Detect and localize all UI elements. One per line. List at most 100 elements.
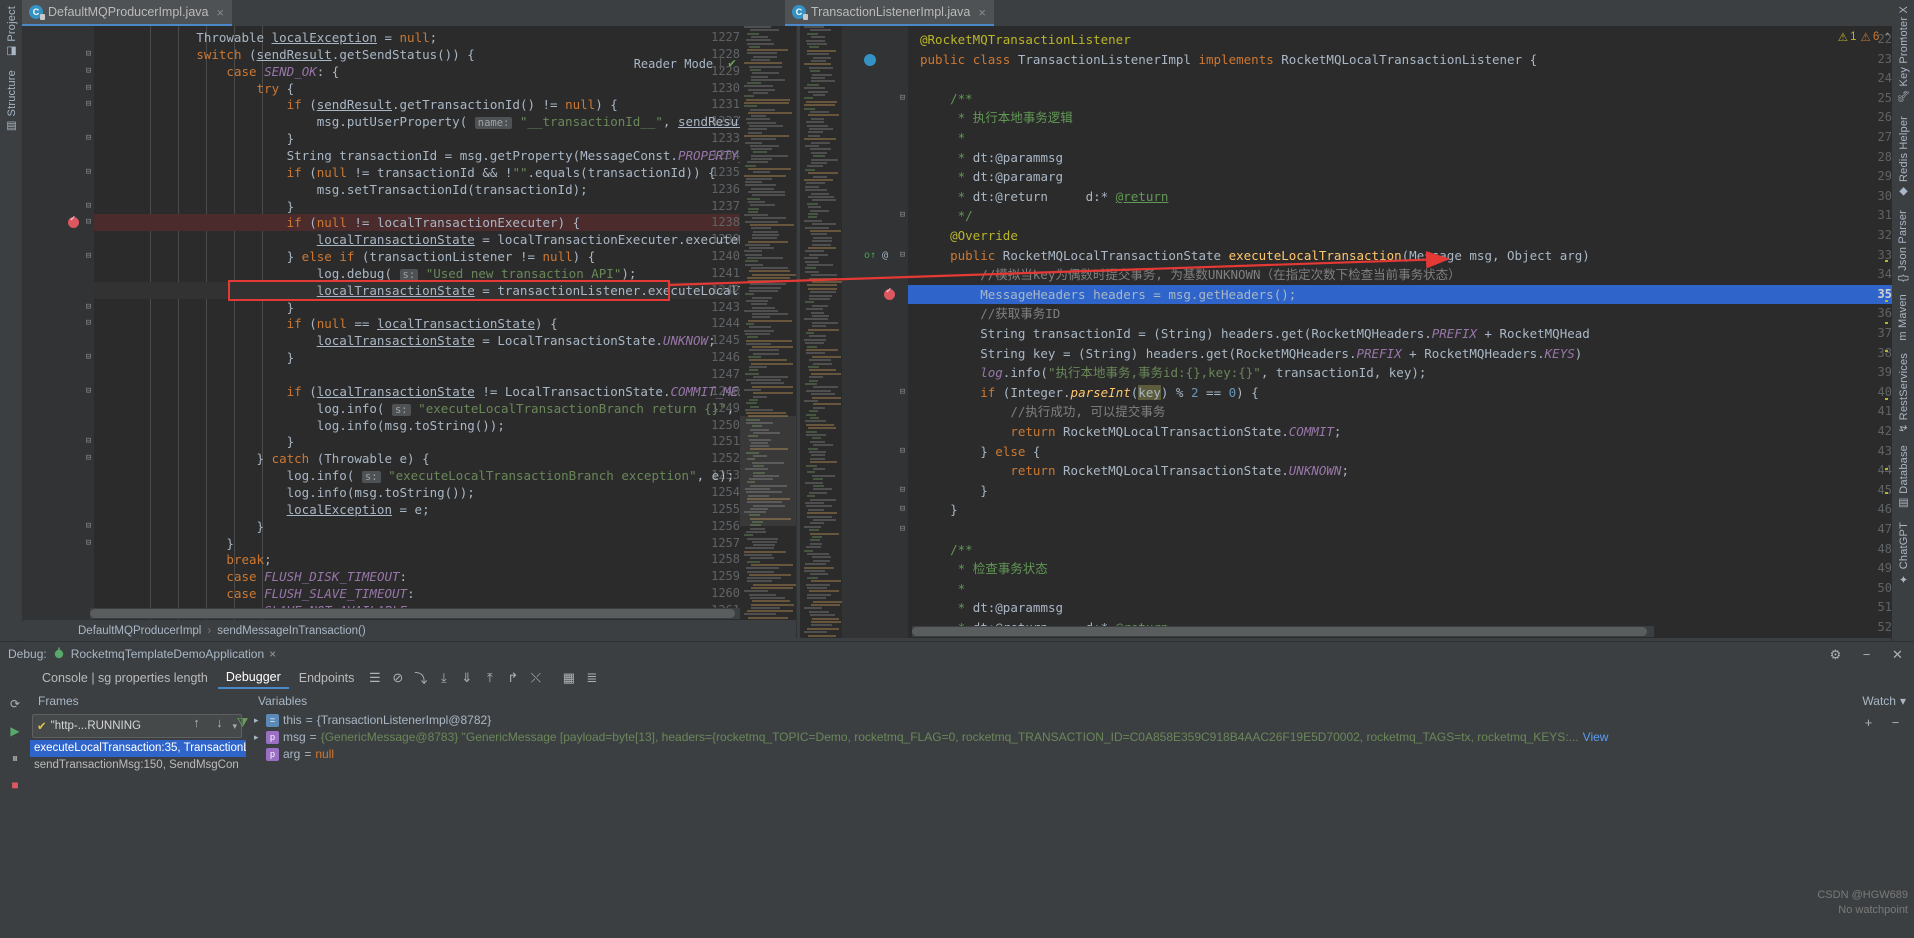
arrow-up-icon[interactable]: ↑: [186, 712, 207, 733]
code-line[interactable]: break;: [22, 551, 740, 568]
code-line[interactable]: }: [22, 349, 740, 366]
code-line[interactable]: *: [840, 128, 1892, 147]
variables-pane[interactable]: ▸ = this = {TransactionListenerImpl@8782…: [250, 712, 1884, 916]
code-line[interactable]: log.info("执行本地事务,事务id:{},key:{}", transa…: [840, 363, 1892, 382]
class-gutter-icon[interactable]: [864, 53, 876, 66]
fold-marker-icon[interactable]: ⊟: [84, 521, 93, 531]
rerun-icon[interactable]: ⟳: [5, 694, 25, 714]
code-line[interactable]: localTransactionState = localTransaction…: [22, 231, 740, 248]
right-hscroll-track[interactable]: [912, 626, 1654, 637]
code-line[interactable]: log.info(msg.toString());: [22, 484, 740, 501]
expand-triangle-icon[interactable]: ▸: [254, 712, 262, 729]
breadcrumb-class[interactable]: DefaultMQProducerImpl: [78, 625, 201, 637]
sidebar-item-maven[interactable]: m Maven: [1895, 288, 1911, 347]
view-link[interactable]: View: [1583, 729, 1609, 746]
code-line[interactable]: * 检查事务状态: [840, 559, 1892, 578]
arrow-down-icon[interactable]: ↓: [209, 712, 230, 733]
code-line[interactable]: if (localTransactionState != LocalTransa…: [22, 383, 740, 400]
code-line[interactable]: [840, 69, 1892, 88]
code-line[interactable]: if (Integer.parseInt(key) % 2 == 0) {: [840, 383, 1892, 402]
code-line[interactable]: }: [840, 481, 1892, 500]
code-line[interactable]: }: [22, 535, 740, 552]
fold-marker-icon[interactable]: ⊟: [84, 386, 93, 396]
run-to-cursor-icon[interactable]: ↱: [502, 667, 523, 688]
sidebar-item-chatgpt[interactable]: ✦ ChatGPT: [1895, 516, 1912, 592]
code-line[interactable]: }: [22, 518, 740, 535]
variable-row-msg[interactable]: ▸ p msg = {GenericMessage@8783} "Generic…: [250, 729, 1884, 746]
code-line[interactable]: * 执行本地事务逻辑: [840, 108, 1892, 127]
code-line[interactable]: localException = e;: [22, 501, 740, 518]
code-line[interactable]: log.info(msg.toString());: [22, 417, 740, 434]
code-line[interactable]: public RocketMQLocalTransactionState exe…: [840, 246, 1892, 265]
editor-transaction-listener-impl[interactable]: 22 @RocketMQTransactionListener 23 public c…: [840, 26, 1892, 638]
left-hscroll-track[interactable]: [90, 608, 740, 619]
step-over-icon[interactable]: ⤵: [410, 667, 431, 688]
code-line[interactable]: case SEND_OK: {: [22, 63, 740, 80]
code-line[interactable]: log.info( s: "executeLocalTransactionBra…: [22, 467, 740, 484]
code-line[interactable]: * dt:@return d:* @return: [840, 187, 1892, 206]
code-line[interactable]: //获取事务ID: [840, 304, 1892, 323]
breadcrumb-method[interactable]: sendMessageInTransaction(): [217, 625, 366, 637]
sidebar-item-project[interactable]: ◧ Project: [3, 0, 20, 64]
inspection-widget[interactable]: ⚠ 1 ⚠ 6 ⌃ ⌄: [1838, 30, 1908, 44]
sidebar-item-database[interactable]: ▤ Database: [1895, 439, 1912, 516]
reader-mode-toggle[interactable]: Reader Mode ✔: [634, 56, 736, 71]
fold-marker-icon[interactable]: ⊟: [84, 436, 93, 446]
close-icon[interactable]: ×: [269, 647, 276, 661]
stop-icon[interactable]: ■: [5, 775, 25, 795]
fold-marker-icon[interactable]: ⊟: [898, 387, 907, 397]
code-line[interactable]: if (null == localTransactionState) {: [22, 315, 740, 332]
fold-marker-icon[interactable]: ⊟: [84, 201, 93, 211]
code-line[interactable]: @RocketMQTransactionListener: [840, 30, 1892, 49]
layout-icon[interactable]: ☰: [364, 667, 385, 688]
fold-marker-icon[interactable]: ⊟: [84, 99, 93, 109]
code-line[interactable]: * dt:@parammsg: [840, 148, 1892, 167]
right-hscroll-thumb[interactable]: [912, 627, 1647, 636]
expand-triangle-icon[interactable]: ▸: [254, 729, 262, 746]
fold-marker-icon[interactable]: ⊟: [84, 251, 93, 261]
variable-row-arg[interactable]: p arg = null: [250, 746, 1884, 763]
tab-console[interactable]: Console | sg properties length: [34, 668, 216, 688]
fold-marker-icon[interactable]: ⊟: [84, 133, 93, 143]
resume-program-icon[interactable]: ▶: [5, 721, 25, 741]
fold-marker-icon[interactable]: ⊟: [898, 485, 907, 495]
code-line[interactable]: } else if (transactionListener != null) …: [22, 248, 740, 265]
close-icon[interactable]: ✕: [1887, 644, 1908, 665]
step-out-icon[interactable]: ⤒: [479, 667, 500, 688]
minimize-icon[interactable]: −: [1856, 644, 1877, 665]
code-line[interactable]: return RocketMQLocalTransactionState.UNK…: [840, 461, 1892, 480]
code-line[interactable]: /**: [840, 89, 1892, 108]
code-line[interactable]: String transactionId = msg.getProperty(M…: [22, 147, 740, 164]
fold-marker-icon[interactable]: ⊟: [84, 318, 93, 328]
code-line[interactable]: }: [22, 299, 740, 316]
show-frames-icon[interactable]: ▦: [558, 667, 579, 688]
remove-watch-icon[interactable]: −: [1885, 712, 1906, 733]
code-line[interactable]: switch (sendResult.getSendStatus()) {: [22, 46, 740, 63]
add-watch-icon[interactable]: +: [1858, 712, 1879, 733]
fold-marker-icon[interactable]: ⊟: [84, 167, 93, 177]
code-line[interactable]: } catch (Throwable e) {: [22, 450, 740, 467]
code-line[interactable]: * dt:@paramarg: [840, 167, 1892, 186]
variable-row-this[interactable]: ▸ = this = {TransactionListenerImpl@8782…: [250, 712, 1884, 729]
breakpoint-icon[interactable]: [884, 286, 895, 300]
code-line[interactable]: return RocketMQLocalTransactionState.COM…: [840, 422, 1892, 441]
fold-marker-icon[interactable]: ⊟: [898, 504, 907, 514]
code-line[interactable]: */: [840, 206, 1892, 225]
fold-marker-icon[interactable]: ⊟: [84, 302, 93, 312]
code-line[interactable]: [22, 366, 740, 383]
code-line[interactable]: }: [22, 198, 740, 215]
fold-marker-icon[interactable]: ⊟: [84, 453, 93, 463]
code-line[interactable]: //模拟当key为偶数时提交事务, 为基数UNKNOWN（在指定次数下检查当前事…: [840, 265, 1892, 284]
code-line[interactable]: } else {: [840, 442, 1892, 461]
fold-marker-icon[interactable]: ⊟: [898, 524, 907, 534]
gear-icon[interactable]: ⚙: [1825, 644, 1846, 665]
sidebar-item-json-parser[interactable]: {} Json Parser: [1895, 204, 1911, 288]
sidebar-item-restservices[interactable]: ↯ RestServices: [1895, 347, 1912, 439]
fold-marker-icon[interactable]: ⊟: [84, 83, 93, 93]
code-line[interactable]: [840, 520, 1892, 539]
run-configuration-chip[interactable]: RocketmqTemplateDemoApplication ×: [53, 647, 276, 661]
step-into-icon[interactable]: ⤓: [433, 667, 454, 688]
code-line[interactable]: Throwable localException = null;: [22, 29, 740, 46]
code-line[interactable]: if (null != transactionId && !"".equals(…: [22, 164, 740, 181]
left-minimap[interactable]: [740, 26, 796, 620]
